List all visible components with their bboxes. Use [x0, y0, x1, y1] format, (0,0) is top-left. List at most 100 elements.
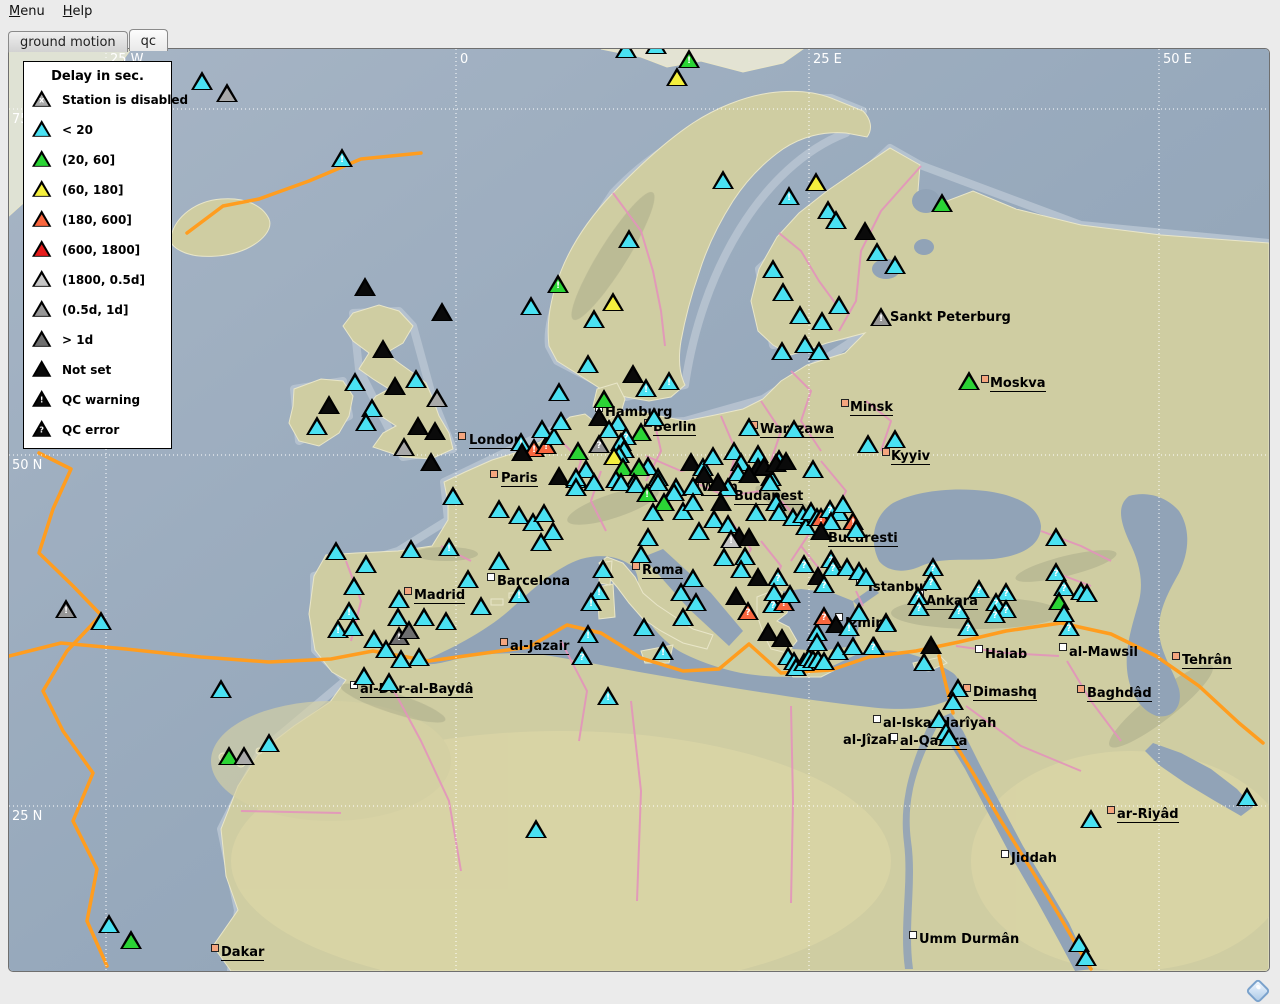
- station-marker[interactable]: [442, 486, 464, 505]
- station-marker[interactable]: ?: [813, 574, 835, 593]
- station-marker[interactable]: [645, 48, 667, 54]
- station-marker[interactable]: [233, 746, 255, 765]
- station-marker[interactable]: [762, 259, 784, 278]
- station-marker[interactable]: [805, 172, 827, 191]
- station-marker[interactable]: !: [438, 537, 460, 556]
- station-marker[interactable]: [745, 502, 767, 521]
- menu-item-menu[interactable]: Menu: [0, 1, 54, 22]
- station-marker[interactable]: [216, 83, 238, 102]
- station-marker[interactable]: [408, 647, 430, 666]
- station-marker[interactable]: [420, 452, 442, 471]
- station-marker[interactable]: [682, 492, 704, 511]
- station-marker[interactable]: !: [635, 378, 657, 397]
- station-marker[interactable]: [470, 596, 492, 615]
- station-marker[interactable]: !: [331, 148, 353, 167]
- station-marker[interactable]: [354, 277, 376, 296]
- station-marker[interactable]: [384, 376, 406, 395]
- station-marker[interactable]: [759, 472, 781, 491]
- station-marker[interactable]: [567, 441, 589, 460]
- station-marker[interactable]: [393, 437, 415, 456]
- station-marker[interactable]: !: [658, 371, 680, 390]
- station-marker[interactable]: [771, 341, 793, 360]
- station-marker[interactable]: [842, 636, 864, 655]
- station-marker[interactable]: [511, 442, 533, 461]
- station-marker[interactable]: !: [870, 307, 892, 326]
- station-marker[interactable]: [318, 395, 340, 414]
- station-marker[interactable]: [738, 464, 760, 483]
- station-marker[interactable]: [848, 602, 870, 621]
- station-marker[interactable]: [854, 221, 876, 240]
- station-marker[interactable]: [426, 388, 448, 407]
- station-marker[interactable]: [325, 541, 347, 560]
- station-marker[interactable]: [424, 421, 446, 440]
- station-marker[interactable]: [855, 567, 877, 586]
- station-marker[interactable]: [633, 617, 655, 636]
- station-marker[interactable]: [98, 914, 120, 933]
- station-marker[interactable]: [353, 666, 375, 685]
- station-marker[interactable]: [775, 451, 797, 470]
- station-marker[interactable]: [806, 632, 828, 651]
- station-marker[interactable]: [343, 576, 365, 595]
- station-marker[interactable]: [707, 472, 729, 491]
- station-marker[interactable]: [525, 819, 547, 838]
- station-marker[interactable]: !: [652, 641, 674, 660]
- station-marker[interactable]: [405, 369, 427, 388]
- station-marker[interactable]: [583, 309, 605, 328]
- station-marker[interactable]: ?: [984, 604, 1006, 623]
- station-marker[interactable]: [875, 613, 897, 632]
- station-marker[interactable]: [783, 419, 805, 438]
- station-marker[interactable]: [913, 652, 935, 671]
- station-marker[interactable]: [1053, 603, 1075, 622]
- station-marker[interactable]: [857, 434, 879, 453]
- station-marker[interactable]: [120, 930, 142, 949]
- station-marker[interactable]: [388, 589, 410, 608]
- station-marker[interactable]: [938, 727, 960, 746]
- station-marker[interactable]: [488, 551, 510, 570]
- station-marker[interactable]: [431, 302, 453, 321]
- station-marker[interactable]: [779, 584, 801, 603]
- station-marker[interactable]: [802, 459, 824, 478]
- station-marker[interactable]: [642, 502, 664, 521]
- station-marker[interactable]: [344, 372, 366, 391]
- station-marker[interactable]: [828, 295, 850, 314]
- station-marker[interactable]: [712, 170, 734, 189]
- station-marker[interactable]: [210, 679, 232, 698]
- station-marker[interactable]: [666, 67, 688, 86]
- station-marker[interactable]: !: [577, 624, 599, 643]
- station-marker[interactable]: [1075, 947, 1097, 966]
- station-marker[interactable]: [342, 617, 364, 636]
- station-marker[interactable]: [1045, 527, 1067, 546]
- station-marker[interactable]: [808, 341, 830, 360]
- station-marker[interactable]: [306, 416, 328, 435]
- map-view[interactable]: 25 W025 E50 E75 N50 N25 N LondonParisMad…: [8, 48, 1270, 972]
- station-marker[interactable]: [772, 282, 794, 301]
- station-marker[interactable]: [400, 539, 422, 558]
- station-marker[interactable]: ?: [737, 601, 759, 620]
- station-marker[interactable]: [931, 193, 953, 212]
- station-marker[interactable]: [378, 672, 400, 691]
- station-marker[interactable]: !: [547, 274, 569, 293]
- station-marker[interactable]: ?: [862, 636, 884, 655]
- station-marker[interactable]: ?: [793, 554, 815, 573]
- station-marker[interactable]: !: [678, 49, 700, 68]
- station-marker[interactable]: [771, 628, 793, 647]
- station-marker[interactable]: !: [778, 186, 800, 205]
- station-marker[interactable]: [672, 607, 694, 626]
- station-marker[interactable]: [355, 554, 377, 573]
- tab-ground-motion[interactable]: ground motion: [8, 31, 128, 52]
- station-marker[interactable]: ?: [571, 646, 593, 665]
- station-marker[interactable]: [398, 620, 420, 639]
- station-marker[interactable]: [488, 499, 510, 518]
- station-marker[interactable]: [1236, 787, 1258, 806]
- tab-qc[interactable]: qc: [129, 29, 168, 51]
- station-marker[interactable]: [593, 389, 615, 408]
- station-marker[interactable]: [615, 48, 637, 58]
- station-marker[interactable]: [702, 446, 724, 465]
- station-marker[interactable]: [372, 339, 394, 358]
- station-marker[interactable]: [592, 559, 614, 578]
- station-marker[interactable]: ?: [957, 617, 979, 636]
- station-marker[interactable]: [258, 733, 280, 752]
- station-marker[interactable]: [825, 210, 847, 229]
- station-marker[interactable]: [548, 382, 570, 401]
- station-marker[interactable]: !: [597, 686, 619, 705]
